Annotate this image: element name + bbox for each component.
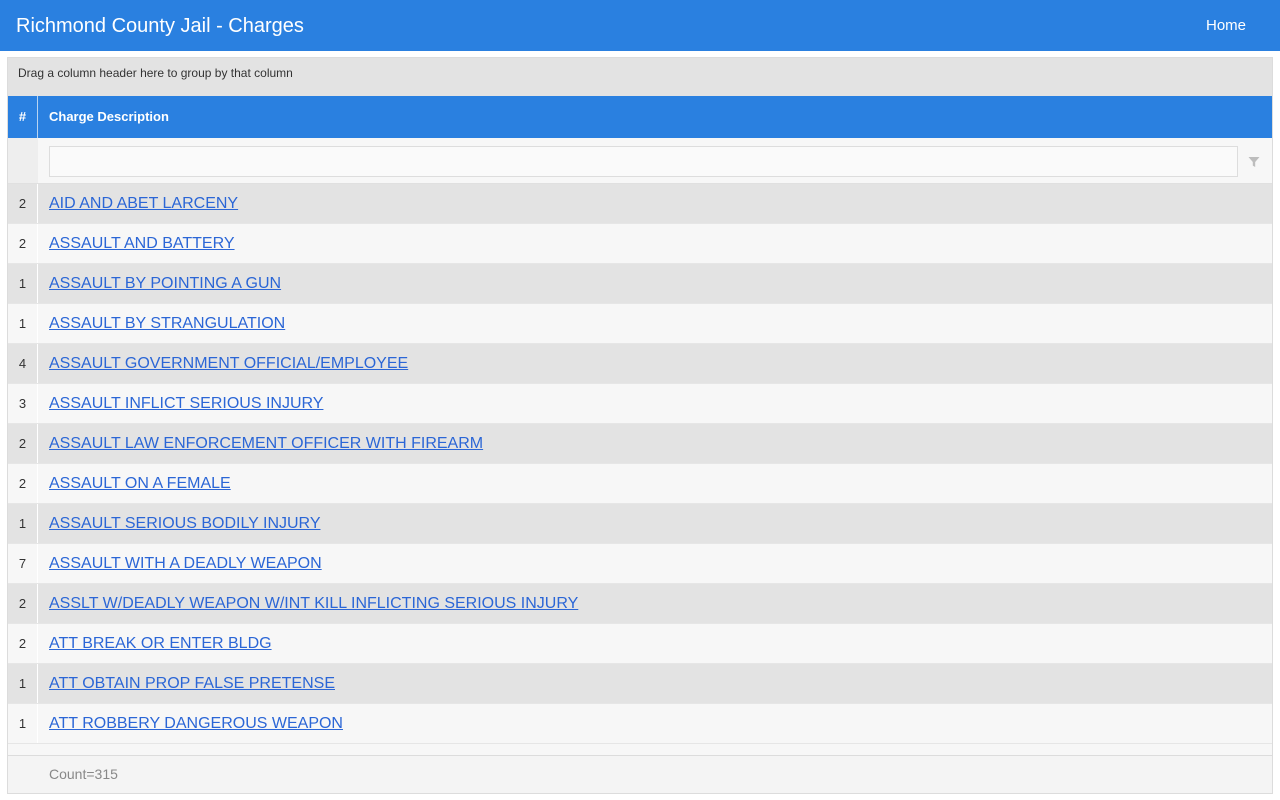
- page-title: Richmond County Jail - Charges: [16, 15, 304, 37]
- column-header-count[interactable]: #: [8, 96, 38, 138]
- charge-description-link[interactable]: ASSAULT AND BATTERY: [49, 224, 235, 263]
- charge-description-link[interactable]: ASSAULT ON A FEMALE: [49, 464, 231, 503]
- charge-count-cell: 3: [8, 384, 38, 423]
- table-row: 2 ASSLT W/DEADLY WEAPON W/INT KILL INFLIC…: [8, 584, 1272, 624]
- table-row: 3 ASSAULT INFLICT SERIOUS INJURY: [8, 384, 1272, 424]
- charge-count-cell: 7: [8, 544, 38, 583]
- table-row: 4 ASSAULT GOVERNMENT OFFICIAL/EMPLOYEE: [8, 344, 1272, 384]
- charge-description-link[interactable]: ASSAULT WITH A DEADLY WEAPON: [49, 544, 322, 583]
- table-row: 2 AID AND ABET LARCENY: [8, 184, 1272, 224]
- charge-description-link[interactable]: ASSAULT LAW ENFORCEMENT OFFICER WITH FIR…: [49, 424, 483, 463]
- group-panel[interactable]: Drag a column header here to group by th…: [8, 58, 1272, 96]
- charge-description-link[interactable]: ASSAULT BY POINTING A GUN: [49, 264, 281, 303]
- charge-description-link[interactable]: ASSAULT BY STRANGULATION: [49, 304, 285, 343]
- charge-description-link[interactable]: ATT ROBBERY DANGEROUS WEAPON: [49, 704, 343, 743]
- charge-count-cell: 2: [8, 624, 38, 663]
- charge-description-link[interactable]: ATT BREAK OR ENTER BLDG: [49, 624, 272, 663]
- charge-count-cell: 1: [8, 504, 38, 543]
- total-count-summary: Count=315: [49, 766, 118, 782]
- charge-description-link[interactable]: ATT OBTAIN PROP FALSE PRETENSE: [49, 664, 335, 703]
- grid-body: 2 AID AND ABET LARCENY 2 ASSAULT AND BATTER…: [8, 184, 1272, 754]
- charge-description-link[interactable]: AID AND ABET LARCENY: [49, 184, 238, 223]
- table-row: 1 ASSAULT SERIOUS BODILY INJURY: [8, 504, 1272, 544]
- charge-count-cell: 2: [8, 424, 38, 463]
- table-row: 2 ATT BREAK OR ENTER BLDG: [8, 624, 1272, 664]
- charge-count-cell: 4: [8, 344, 38, 383]
- charge-count-cell: 1: [8, 704, 38, 743]
- table-row: 7 ASSAULT WITH A DEADLY WEAPON: [8, 544, 1272, 584]
- filter-row: [8, 138, 1272, 184]
- grid-footer: Count=315: [8, 755, 1272, 793]
- charge-count-cell: 2: [8, 464, 38, 503]
- charge-description-link[interactable]: ASSAULT INFLICT SERIOUS INJURY: [49, 384, 323, 423]
- charges-grid: Drag a column header here to group by th…: [7, 57, 1273, 794]
- charge-count-cell: 1: [8, 664, 38, 703]
- description-filter-input[interactable]: [49, 146, 1238, 177]
- charge-description-link[interactable]: ASSAULT GOVERNMENT OFFICIAL/EMPLOYEE: [49, 344, 408, 383]
- table-row: 2 ASSAULT LAW ENFORCEMENT OFFICER WITH FI…: [8, 424, 1272, 464]
- table-row: 1 ASSAULT BY POINTING A GUN: [8, 264, 1272, 304]
- table-row: 2 ASSAULT ON A FEMALE: [8, 464, 1272, 504]
- charge-count-cell: 2: [8, 224, 38, 263]
- filter-icon[interactable]: [1248, 156, 1260, 168]
- charge-count-cell: 2: [8, 584, 38, 623]
- top-navbar: Richmond County Jail - Charges Home: [0, 0, 1280, 51]
- column-header-charge-description[interactable]: Charge Description: [49, 96, 169, 138]
- table-row: 1 ASSAULT BY STRANGULATION: [8, 304, 1272, 344]
- filter-cell-count: [8, 138, 38, 183]
- charge-count-cell: 2: [8, 184, 38, 223]
- charge-description-link[interactable]: ASSAULT SERIOUS BODILY INJURY: [49, 504, 321, 543]
- charge-count-cell: 1: [8, 304, 38, 343]
- home-link[interactable]: Home: [1206, 15, 1246, 37]
- grid-header-row: # Charge Description: [8, 96, 1272, 138]
- table-row: 2 ASSAULT AND BATTERY: [8, 224, 1272, 264]
- charge-count-cell: 1: [8, 264, 38, 303]
- charge-description-link[interactable]: ASSLT W/DEADLY WEAPON W/INT KILL INFLICT…: [49, 584, 578, 623]
- table-row: 1 ATT OBTAIN PROP FALSE PRETENSE: [8, 664, 1272, 704]
- table-row: 1 ATT ROBBERY DANGEROUS WEAPON: [8, 704, 1272, 744]
